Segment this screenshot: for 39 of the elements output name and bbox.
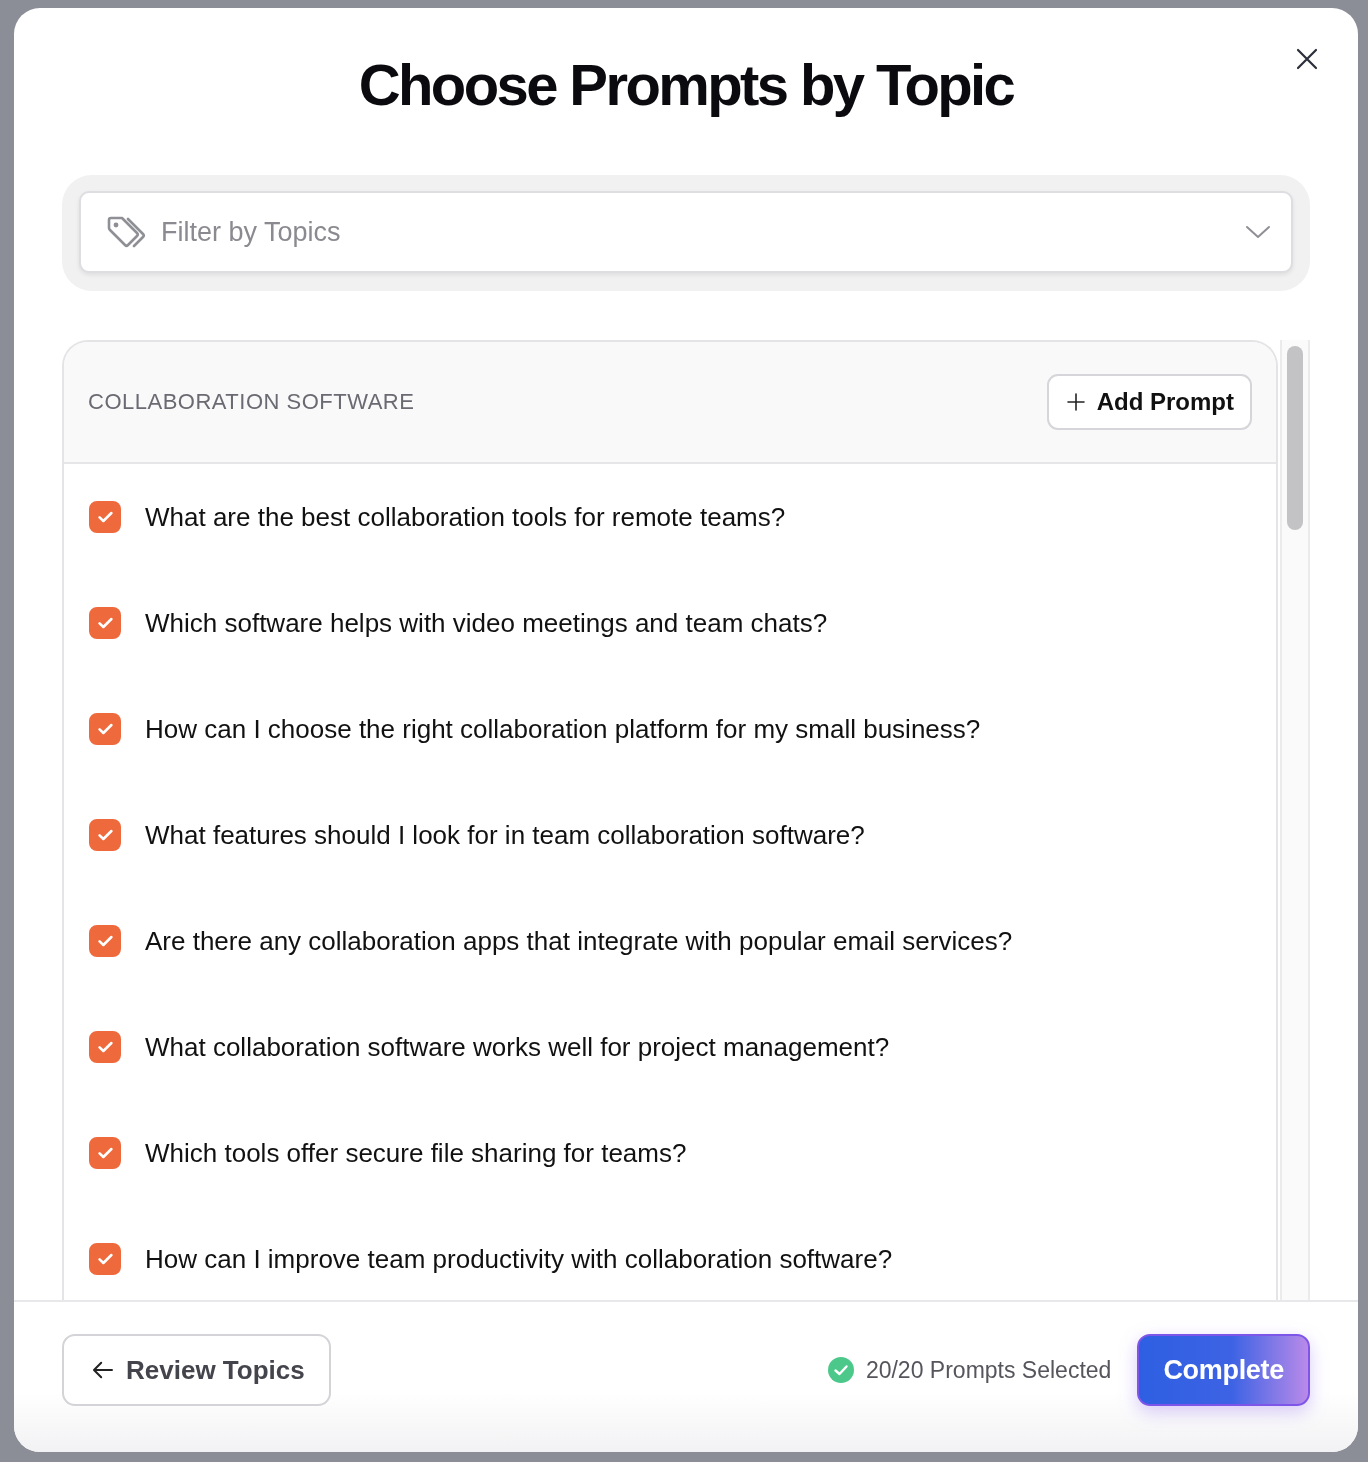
prompt-text: How can I improve team productivity with collaboration software? (145, 1243, 893, 1275)
checkmark-icon (97, 1253, 113, 1265)
checkmark-icon (97, 829, 113, 841)
prompt-text: Which tools offer secure file sharing for teams? (145, 1137, 687, 1169)
prompt-text: What are the best collaboration tools for remote teams? (145, 501, 786, 533)
review-topics-button[interactable]: Review Topics (62, 1334, 331, 1406)
checkbox[interactable] (89, 713, 121, 745)
prompt-text: How can I choose the right collaboration platform for my small business? (145, 713, 981, 745)
checkbox[interactable] (89, 819, 121, 851)
checkbox[interactable] (89, 1243, 121, 1275)
topic-name: COLLABORATION SOFTWARE (88, 389, 415, 415)
check-circle-icon (827, 1357, 854, 1383)
scrollbar-track[interactable] (1280, 340, 1310, 1300)
checkbox[interactable] (89, 1031, 121, 1063)
checkbox[interactable] (89, 501, 121, 533)
checkmark-icon (97, 1041, 113, 1053)
chevron-down-icon (1245, 225, 1271, 239)
complete-button[interactable]: Complete (1137, 1334, 1310, 1406)
tags-icon (106, 215, 146, 249)
prompt-text: What collaboration software works well for project management? (145, 1031, 890, 1063)
dialog-title: Choose Prompts by Topic (358, 51, 1014, 119)
checkbox[interactable] (89, 925, 121, 957)
checkmark-icon (97, 511, 113, 523)
scrollbar-thumb[interactable] (1287, 346, 1303, 530)
close-icon (1295, 47, 1319, 71)
selection-status: 20/20 Prompts Selected (865, 1356, 1112, 1384)
checkmark-icon (97, 723, 113, 735)
plus-icon (1066, 393, 1085, 411)
checkbox[interactable] (89, 1137, 121, 1169)
checkbox[interactable] (89, 607, 121, 639)
filter-dropdown[interactable]: Filter by Topics (79, 191, 1293, 273)
arrow-left-icon (92, 1361, 114, 1379)
add-prompt-button[interactable]: Add Prompt (1046, 374, 1252, 430)
prompt-text: Which software helps with video meetings and team chats? (145, 607, 828, 639)
checkmark-icon (97, 935, 113, 947)
prompt-text: Are there any collaboration apps that integrate with popular email services? (145, 925, 1013, 957)
checkmark-icon (97, 1147, 113, 1159)
prompt-text: What features should I look for in team collaboration software? (145, 819, 865, 851)
checkmark-icon (97, 617, 113, 629)
